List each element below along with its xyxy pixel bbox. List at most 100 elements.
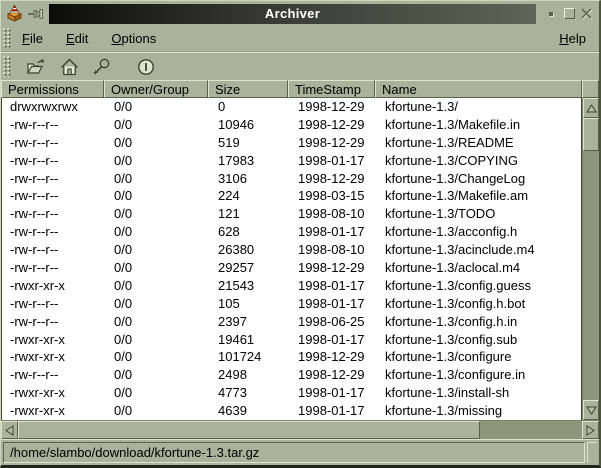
- cell-size: 519: [209, 134, 289, 152]
- cell-permissions: -rw-r--r--: [2, 295, 105, 313]
- scroll-down-button[interactable]: [583, 400, 599, 420]
- table-row[interactable]: -rw-r--r-- 0/0 224 1998-03-15 kfortune-1…: [2, 187, 581, 205]
- column-header-owner-group[interactable]: Owner/Group: [104, 80, 208, 98]
- menu-item-label: Options: [111, 31, 156, 46]
- magnifier-icon: [92, 57, 112, 77]
- toolbar-drag-handle[interactable]: [3, 56, 11, 77]
- cell-owner-group: 0/0: [105, 331, 209, 349]
- cell-owner-group: 0/0: [105, 366, 209, 384]
- archive-path-text: /home/slambo/download/kfortune-1.3.tar.g…: [10, 445, 259, 460]
- cell-permissions: -rw-r--r--: [2, 187, 105, 205]
- cell-owner-group: 0/0: [105, 116, 209, 134]
- cell-timestamp: 1998-01-17: [289, 277, 376, 295]
- table-row[interactable]: -rw-r--r-- 0/0 519 1998-12-29 kfortune-1…: [2, 134, 581, 152]
- table-row[interactable]: -rw-r--r-- 0/0 105 1998-01-17 kfortune-1…: [2, 295, 581, 313]
- table-row[interactable]: -rw-r--r-- 0/0 121 1998-08-10 kfortune-1…: [2, 205, 581, 223]
- info-button[interactable]: [134, 55, 158, 79]
- table-row[interactable]: -rwxr-xr-x 0/0 21543 1998-01-17 kfortune…: [2, 277, 581, 295]
- maximize-button[interactable]: [560, 5, 578, 23]
- cell-name: kfortune-1.3/config.h.in: [376, 313, 581, 331]
- table-row[interactable]: -rwxr-xr-x 0/0 4773 1998-01-17 kfortune-…: [2, 384, 581, 402]
- cell-permissions: drwxrwxrwx: [2, 98, 105, 116]
- vertical-scrollbar[interactable]: [582, 98, 599, 420]
- scroll-up-button[interactable]: [583, 98, 599, 118]
- cell-size: 17983: [209, 152, 289, 170]
- table-row[interactable]: -rw-r--r-- 0/0 3106 1998-12-29 kfortune-…: [2, 170, 581, 188]
- vertical-scrollbar-trough[interactable]: [583, 151, 599, 400]
- table-row[interactable]: -rwxr-xr-x 0/0 19461 1998-01-17 kfortune…: [2, 331, 581, 349]
- table-row[interactable]: drwxrwxrwx 0/0 0 1998-12-29 kfortune-1.3…: [2, 98, 581, 116]
- menubar-drag-handle[interactable]: [3, 28, 11, 48]
- sticky-pin-button[interactable]: [27, 7, 45, 21]
- title-strip[interactable]: Archiver: [49, 4, 536, 24]
- table-row[interactable]: -rw-r--r-- 0/0 628 1998-01-17 kfortune-1…: [2, 223, 581, 241]
- cell-owner-group: 0/0: [105, 205, 209, 223]
- cell-permissions: -rwxr-xr-x: [2, 348, 105, 366]
- cell-name: kfortune-1.3/Makefile.in: [376, 116, 581, 134]
- table-row[interactable]: -rwxr-xr-x 0/0 101724 1998-12-29 kfortun…: [2, 348, 581, 366]
- minimize-button[interactable]: [542, 5, 560, 23]
- cell-owner-group: 0/0: [105, 259, 209, 277]
- table-row[interactable]: -rw-r--r-- 0/0 26380 1998-08-10 kfortune…: [2, 241, 581, 259]
- table-row[interactable]: -rw-r--r-- 0/0 2498 1998-12-29 kfortune-…: [2, 366, 581, 384]
- cell-size: 29257: [209, 259, 289, 277]
- column-header-timestamp[interactable]: TimeStamp: [288, 80, 375, 98]
- column-header-permissions[interactable]: Permissions: [1, 80, 104, 98]
- scroll-left-button[interactable]: [1, 421, 18, 439]
- cell-timestamp: 1998-01-17: [289, 295, 376, 313]
- table-row[interactable]: -rwxr-xr-x 0/0 4639 1998-01-17 kfortune-…: [2, 402, 581, 420]
- horizontal-scrollbar[interactable]: [1, 420, 599, 439]
- cell-name: kfortune-1.3/ChangeLog: [376, 170, 581, 188]
- cell-owner-group: 0/0: [105, 384, 209, 402]
- cell-size: 21543: [209, 277, 289, 295]
- archiver-window: Archiver File Edit Options Help: [0, 0, 601, 468]
- table-row[interactable]: -rw-r--r-- 0/0 2397 1998-06-25 kfortune-…: [2, 313, 581, 331]
- menu-item[interactable]: File: [15, 28, 50, 49]
- cell-size: 105: [209, 295, 289, 313]
- menu-item[interactable]: Options: [104, 28, 163, 49]
- table-row[interactable]: -rw-r--r-- 0/0 29257 1998-12-29 kfortune…: [2, 259, 581, 277]
- horizontal-scrollbar-thumb[interactable]: [18, 421, 480, 439]
- toolbar: [1, 52, 599, 80]
- horizontal-scrollbar-trough[interactable]: [480, 421, 582, 439]
- cell-permissions: -rw-r--r--: [2, 205, 105, 223]
- cell-size: 4773: [209, 384, 289, 402]
- cell-name: kfortune-1.3/missing: [376, 402, 581, 420]
- resize-grip[interactable]: [587, 442, 597, 463]
- cell-permissions: -rwxr-xr-x: [2, 277, 105, 295]
- home-icon: [59, 57, 80, 77]
- cell-owner-group: 0/0: [105, 187, 209, 205]
- cell-owner-group: 0/0: [105, 152, 209, 170]
- vertical-scrollbar-thumb[interactable]: [583, 118, 599, 151]
- open-archive-button[interactable]: [24, 55, 48, 79]
- cell-size: 121: [209, 205, 289, 223]
- cell-timestamp: 1998-12-29: [289, 116, 376, 134]
- table-row[interactable]: -rw-r--r-- 0/0 17983 1998-01-17 kfortune…: [2, 152, 581, 170]
- cell-timestamp: 1998-03-15: [289, 187, 376, 205]
- menu-item-help[interactable]: Help: [552, 28, 593, 49]
- cell-name: kfortune-1.3/configure: [376, 348, 581, 366]
- cell-name: kfortune-1.3/acconfig.h: [376, 223, 581, 241]
- cell-permissions: -rw-r--r--: [2, 170, 105, 188]
- menu-item[interactable]: Edit: [59, 28, 95, 49]
- table-row[interactable]: -rw-r--r-- 0/0 10946 1998-12-29 kfortune…: [2, 116, 581, 134]
- column-header-name[interactable]: Name: [375, 80, 582, 98]
- home-button[interactable]: [57, 55, 81, 79]
- menu-item-label: File: [22, 31, 43, 46]
- cell-timestamp: 1998-01-17: [289, 223, 376, 241]
- cell-permissions: -rw-r--r--: [2, 313, 105, 331]
- close-button[interactable]: [578, 5, 596, 23]
- scroll-right-button[interactable]: [582, 421, 599, 439]
- cell-owner-group: 0/0: [105, 402, 209, 420]
- app-icon[interactable]: [6, 5, 23, 22]
- column-header-size[interactable]: Size: [208, 80, 288, 98]
- view-button[interactable]: [90, 55, 114, 79]
- cell-name: kfortune-1.3/COPYING: [376, 152, 581, 170]
- cell-timestamp: 1998-01-17: [289, 402, 376, 420]
- menubar: File Edit Options Help: [1, 25, 599, 52]
- cell-size: 19461: [209, 331, 289, 349]
- cell-name: kfortune-1.3/config.sub: [376, 331, 581, 349]
- cell-owner-group: 0/0: [105, 134, 209, 152]
- status-path-panel: /home/slambo/download/kfortune-1.3.tar.g…: [3, 442, 585, 463]
- cell-timestamp: 1998-08-10: [289, 241, 376, 259]
